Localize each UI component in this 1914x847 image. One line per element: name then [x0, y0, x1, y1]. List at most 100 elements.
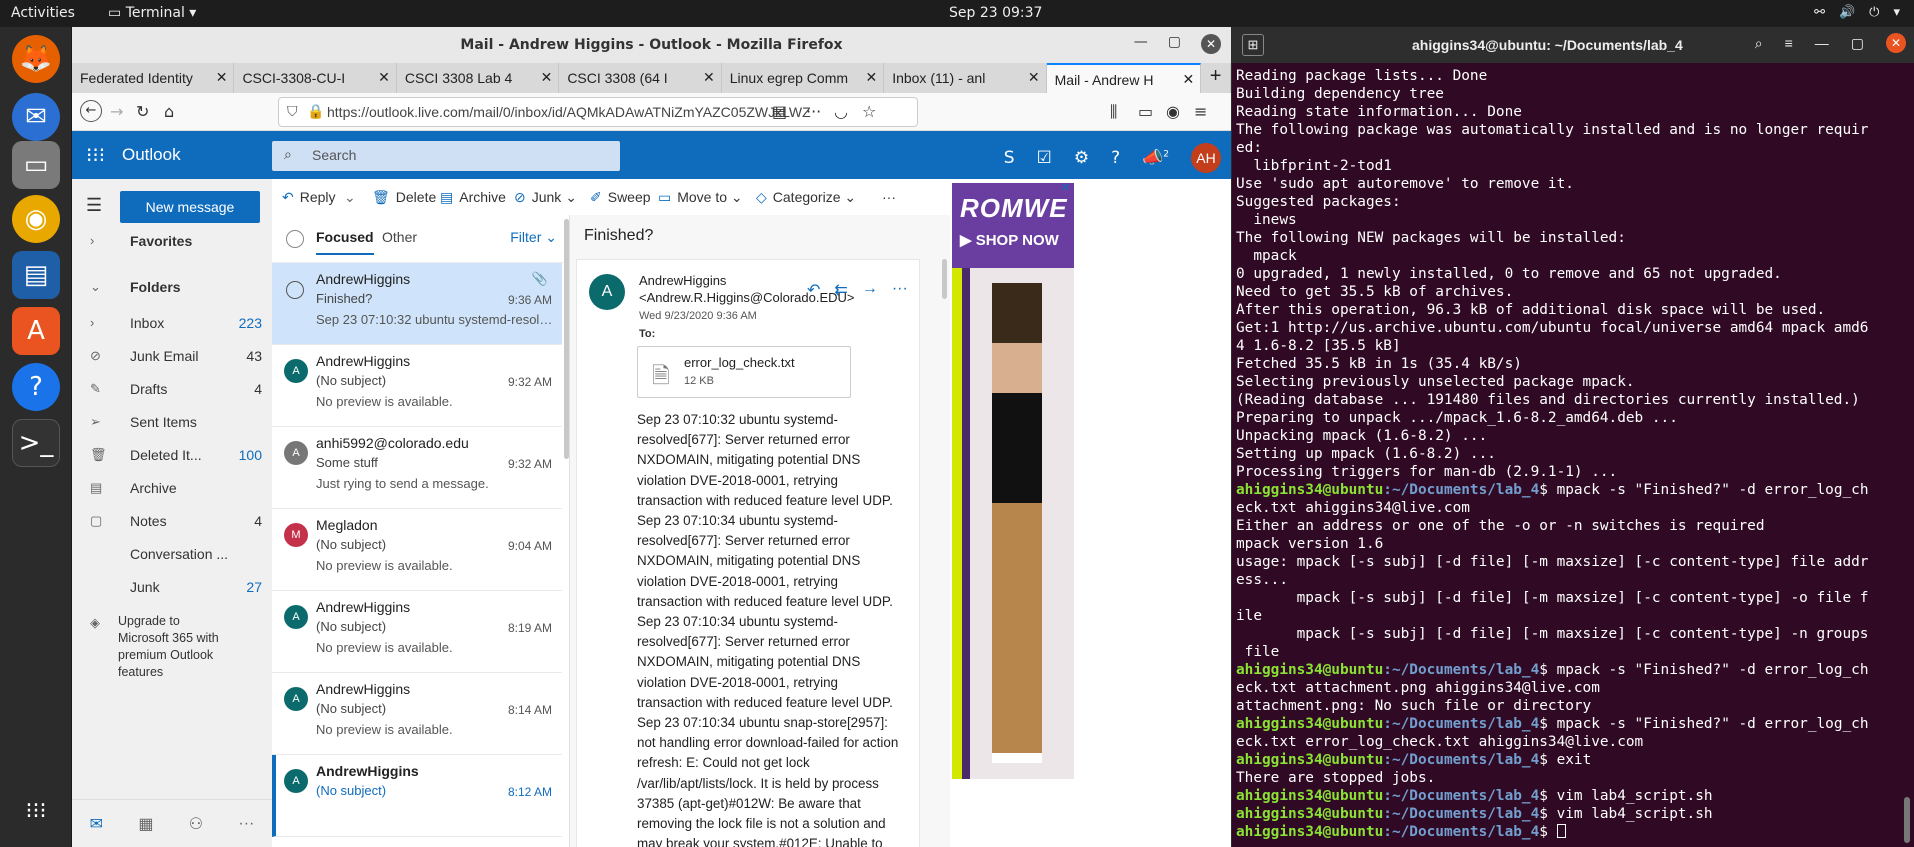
close-tab-icon[interactable]: ✕: [375, 69, 390, 86]
filter-button[interactable]: Filter ⌄: [510, 229, 557, 246]
pocket-icon[interactable]: ◡: [834, 102, 848, 121]
close-tab-icon[interactable]: ✕: [1179, 71, 1195, 88]
folder-sent-items[interactable]: ➢ Sent Items: [72, 408, 272, 438]
close-tab-icon[interactable]: ✕: [1024, 69, 1040, 86]
categorize-button[interactable]: ◇ Categorize ⌄: [756, 189, 856, 206]
reading-scrollbar[interactable]: [942, 259, 947, 299]
app-launcher-icon[interactable]: ⁝⁝⁝: [86, 143, 105, 167]
close-tab-icon[interactable]: ✕: [700, 69, 715, 86]
sender[interactable]: AndrewHiggins <Andrew.R.Higgins@Colorado…: [639, 272, 855, 306]
people-icon[interactable]: ⚇: [189, 814, 203, 834]
ad-image[interactable]: ROMWE ▶ SHOP NOW: [952, 183, 1074, 779]
terminal-scrollbar[interactable]: [1904, 797, 1910, 843]
list-item[interactable]: A AndrewHiggins (No subject) 8:12 AM: [272, 755, 562, 837]
folder-inbox[interactable]: › Inbox 223: [72, 309, 272, 339]
reply-icon[interactable]: ↶: [807, 280, 820, 300]
system-tray[interactable]: ⚯ 🔊 ⏻ ▾: [1814, 5, 1900, 20]
home-icon[interactable]: ⌂: [164, 102, 174, 121]
move-to-button[interactable]: ▭ Move to ⌄: [658, 189, 743, 206]
browser-tab[interactable]: CSCI 3308 Lab 4 ✕: [397, 63, 560, 93]
reply-all-icon[interactable]: ⇇: [834, 280, 847, 300]
close-icon[interactable]: ✕: [1886, 33, 1906, 53]
apps-grid-icon[interactable]: ⁝⁝⁝: [12, 787, 60, 835]
writer-icon[interactable]: ▤: [12, 251, 60, 299]
new-message-button[interactable]: New message: [120, 191, 260, 223]
browser-tab[interactable]: Federated Identity ✕: [72, 63, 235, 93]
close-tab-icon[interactable]: ✕: [537, 69, 553, 86]
library-icon[interactable]: ⫼: [1110, 102, 1117, 122]
page-actions-icon[interactable]: ···: [806, 102, 821, 121]
folder-notes[interactable]: ▢ Notes 4: [72, 507, 272, 537]
folder-junk-email[interactable]: ⊘ Junk Email 43: [72, 342, 272, 372]
attachment-card[interactable]: 🗎 error_log_check.txt 12 KB: [637, 346, 851, 398]
menu-icon[interactable]: ≡: [1194, 102, 1207, 121]
help-icon[interactable]: ?: [12, 363, 60, 411]
delete-button[interactable]: 🗑 Delete: [372, 189, 436, 206]
select-radio[interactable]: [286, 281, 304, 299]
thunderbird-icon[interactable]: ✉: [12, 93, 60, 141]
folder-deleted-items[interactable]: 🗑 Deleted It... 100: [72, 441, 272, 471]
account-icon[interactable]: ◉: [1166, 102, 1180, 121]
maximize-icon[interactable]: ▢: [1168, 34, 1181, 54]
list-item[interactable]: A AndrewHiggins (No subject) 9:32 AM No …: [272, 345, 562, 427]
skype-icon[interactable]: S: [1004, 148, 1015, 168]
list-item[interactable]: A AndrewHiggins (No subject) 8:14 AM No …: [272, 673, 562, 755]
menu-icon[interactable]: ≡: [1785, 35, 1793, 51]
sidebar-icon[interactable]: ▭: [1138, 102, 1153, 121]
more-icon[interactable]: ···: [238, 815, 254, 833]
new-tab-icon[interactable]: ⊞: [1242, 34, 1264, 56]
list-item[interactable]: A anhi5992@colorado.edu Some stuff 9:32 …: [272, 427, 562, 509]
back-icon[interactable]: ←: [80, 100, 102, 122]
folder-conversation-history[interactable]: Conversation ...: [72, 540, 272, 570]
shield-icon[interactable]: ⛉: [287, 103, 298, 120]
ad-panel[interactable]: ROMWE ▶ SHOP NOW ✕ ▷: [950, 179, 1074, 847]
search-input[interactable]: ⌕ Search: [272, 141, 620, 171]
tab-other[interactable]: Other: [382, 229, 417, 245]
reply-button[interactable]: ↶ Reply: [282, 189, 336, 206]
browser-tab[interactable]: Inbox (11) - anl ✕: [884, 63, 1047, 93]
browser-tab[interactable]: CSCI 3308 (64 I ✕: [559, 63, 722, 93]
close-icon[interactable]: ✕: [1201, 34, 1221, 54]
junk-button[interactable]: ⊘ Junk ⌄: [514, 189, 577, 206]
list-scrollbar[interactable]: [564, 219, 569, 459]
rhythmbox-icon[interactable]: ◉: [12, 195, 60, 243]
reply-dropdown[interactable]: ⌄: [344, 189, 356, 206]
close-tab-icon[interactable]: ✕: [862, 69, 878, 86]
ad-close-icon[interactable]: ✕: [1061, 181, 1070, 194]
browser-tab-active[interactable]: Mail - Andrew H ✕: [1046, 63, 1202, 93]
folder-folders[interactable]: ⌄ Folders: [72, 273, 272, 303]
url-bar[interactable]: ⛉ 🔒 https://outlook.live.com/mail/0/inbo…: [278, 97, 918, 127]
list-item[interactable]: M Megladon (No subject) 9:04 AM No previ…: [272, 509, 562, 591]
feedback-icon[interactable]: 📣2: [1142, 148, 1169, 168]
select-all-checkbox[interactable]: [286, 230, 304, 248]
upgrade-link[interactable]: Upgrade to Microsoft 365 with premium Ou…: [118, 613, 228, 681]
bookmark-star-icon[interactable]: ☆: [862, 102, 876, 121]
maximize-icon[interactable]: ▢: [1851, 35, 1864, 52]
software-icon[interactable]: A: [12, 307, 60, 355]
folder-drafts[interactable]: ✎ Drafts 4: [72, 375, 272, 405]
more-icon[interactable]: ···: [892, 280, 908, 300]
calendar-todo-icon[interactable]: ☑: [1037, 148, 1052, 168]
more-actions-button[interactable]: ···: [882, 189, 896, 205]
minimize-icon[interactable]: —: [1134, 34, 1148, 54]
clock[interactable]: Sep 23 09:37: [949, 5, 1042, 21]
outlook-brand[interactable]: Outlook: [122, 145, 181, 165]
app-menu[interactable]: ▭ Terminal ▾: [108, 5, 196, 21]
firefox-icon[interactable]: 🦊: [12, 35, 60, 83]
activities-button[interactable]: Activities: [11, 5, 75, 21]
close-tab-icon[interactable]: ✕: [212, 69, 228, 86]
folder-archive[interactable]: ▤ Archive: [72, 474, 272, 504]
sweep-button[interactable]: ✐ Sweep: [590, 189, 651, 206]
list-item[interactable]: AndrewHiggins 📎 Finished? 9:36 AM Sep 23…: [272, 263, 562, 345]
archive-button[interactable]: ▤ Archive: [440, 189, 506, 206]
help-icon[interactable]: ?: [1111, 148, 1120, 168]
terminal-icon[interactable]: >_: [12, 419, 60, 467]
gear-icon[interactable]: ⚙: [1074, 148, 1089, 168]
avatar[interactable]: AH: [1191, 143, 1221, 173]
calendar-icon[interactable]: ▦: [138, 814, 153, 834]
forward-icon[interactable]: →: [862, 280, 878, 300]
folder-junk[interactable]: Junk 27: [72, 573, 272, 603]
browser-tab[interactable]: CSCI-3308-CU-I ✕: [234, 63, 397, 93]
minimize-icon[interactable]: —: [1815, 35, 1829, 51]
list-item[interactable]: A AndrewHiggins (No subject) 8:19 AM No …: [272, 591, 562, 673]
